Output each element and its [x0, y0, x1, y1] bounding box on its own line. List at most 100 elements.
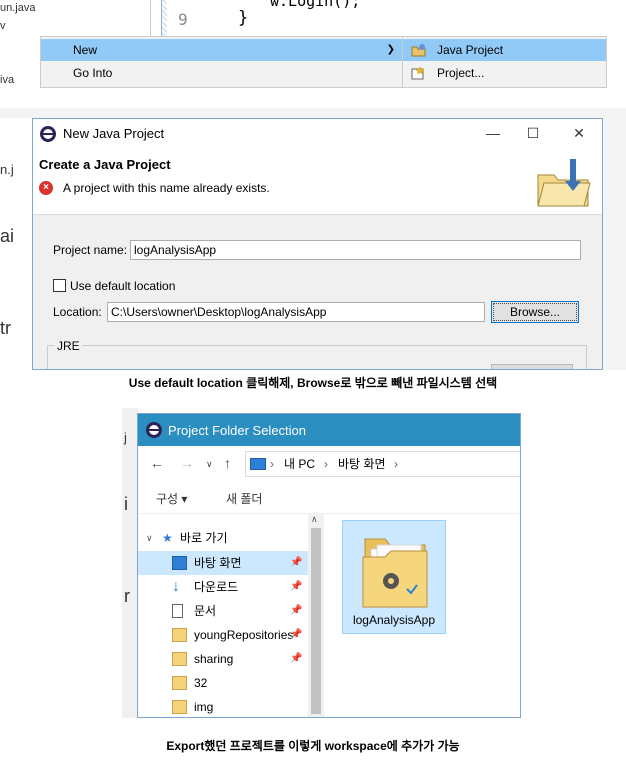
project-name-input[interactable]: logAnalysisApp	[130, 240, 581, 260]
pin-icon: 📌	[290, 605, 303, 616]
organize-button[interactable]: 구성 ▾	[156, 490, 187, 507]
eclipse-icon	[40, 126, 56, 142]
close-icon[interactable]: ✕	[569, 125, 589, 142]
address-bar[interactable]: › 내 PC › 바탕 화면 ›	[245, 451, 520, 477]
code-text[interactable]: }	[238, 8, 248, 28]
use-default-location-checkbox[interactable]	[53, 279, 66, 292]
new-submenu: Java Project Project...	[402, 36, 607, 88]
dialog-titlebar[interactable]: New Java Project — ☐ ✕	[33, 119, 602, 149]
submenu-arrow-icon: ❯	[386, 44, 395, 55]
expand-chevron-icon[interactable]: ∨	[146, 526, 153, 550]
nav-scrollbar[interactable]: ∧	[308, 514, 324, 717]
eclipse-icon	[146, 422, 162, 438]
up-arrow-icon[interactable]: ↑	[224, 455, 231, 471]
error-message: A project with this name already exists.	[63, 181, 270, 195]
menu-item-label: Project...	[437, 66, 485, 80]
nav-item-sharing[interactable]: sharing 📌	[138, 647, 308, 671]
code-text[interactable]: w.Login();	[270, 0, 360, 10]
folder-icon	[172, 700, 187, 714]
folder-icon	[172, 676, 187, 690]
location-input[interactable]: C:\Users\owner\Desktop\logAnalysisApp	[107, 302, 485, 322]
folder-item[interactable]: logAnalysisApp	[342, 520, 446, 634]
pc-icon	[250, 458, 266, 470]
line-number: 9	[178, 10, 188, 29]
breadcrumb-separator-icon: ›	[324, 457, 328, 471]
breadcrumb-separator-icon: ›	[394, 457, 398, 471]
navigation-pane: ∨ ★ 바로 가기 바탕 화면 📌 ↓ 다운로드 📌 문서 📌 youngRep…	[138, 514, 324, 717]
caption-step1: Use default location 클릭해제, Browse로 밖으로 빼…	[128, 376, 498, 390]
tree-item[interactable]: iva	[0, 74, 14, 86]
menu-item-java-project[interactable]: Java Project	[403, 39, 606, 61]
scroll-up-icon[interactable]: ∧	[311, 514, 318, 525]
menu-item-new[interactable]: New ❯	[41, 39, 403, 61]
background-window-fragment: n.j ai tr	[0, 118, 32, 370]
nav-item-32[interactable]: 32	[138, 671, 308, 695]
command-bar: 구성 ▾ 새 폴더	[138, 482, 520, 514]
editor-context-menu-section: un.java v iva 9 } w.Login(); New ❯ Go In…	[0, 0, 626, 90]
menu-item-label: New	[73, 43, 98, 57]
breadcrumb-item[interactable]: 내 PC	[284, 452, 315, 476]
maximize-icon[interactable]: ☐	[523, 125, 543, 142]
quick-access-label: 바로 가기	[180, 531, 228, 545]
nav-item-documents[interactable]: 문서 📌	[138, 599, 308, 623]
menu-item-go-into[interactable]: Go Into	[41, 62, 403, 84]
nav-item-youngrepositories[interactable]: youngRepositories 📌	[138, 623, 308, 647]
location-label: Location:	[53, 305, 102, 319]
tree-item[interactable]: v	[0, 20, 6, 32]
fragment-text: tr	[0, 318, 11, 338]
pin-icon: 📌	[290, 629, 303, 640]
menu-item-label: Java Project	[437, 43, 504, 57]
fragment-text: ai	[0, 226, 15, 246]
fragment-text: i	[124, 494, 128, 514]
jre-combo[interactable]	[491, 364, 573, 369]
package-explorer-fragment: un.java v iva	[0, 0, 40, 90]
folder-icon	[172, 628, 187, 642]
minimize-icon[interactable]: —	[483, 125, 503, 141]
browse-button[interactable]: Browse...	[491, 301, 579, 323]
nav-item-label: img	[194, 700, 214, 714]
forward-arrow-icon[interactable]: →	[180, 455, 194, 471]
pin-icon: 📌	[290, 581, 303, 592]
dialog-header: Create a Java Project × A project with t…	[33, 149, 602, 215]
nav-item-desktop[interactable]: 바탕 화면 📌	[138, 551, 308, 575]
nav-item-label: youngRepositories	[194, 628, 294, 642]
nav-item-label: 문서	[194, 604, 217, 618]
dialog-titlebar[interactable]: Project Folder Selection	[138, 414, 520, 446]
pin-icon: 📌	[290, 653, 303, 664]
project-name-label: Project name:	[53, 243, 128, 257]
new-folder-button[interactable]: 새 폴더	[226, 490, 262, 507]
nav-item-img[interactable]: img	[138, 695, 308, 717]
project-folder-selection-dialog: Project Folder Selection ← → ∨ ↑ › 내 PC …	[137, 413, 521, 718]
context-menu: New ❯ Go Into	[40, 36, 404, 88]
nav-item-downloads[interactable]: ↓ 다운로드 📌	[138, 575, 308, 599]
nav-item-label: 32	[194, 676, 208, 690]
shared-folder-icon	[172, 652, 187, 666]
fragment-text: n.j	[0, 162, 14, 177]
folder-item-label: logAnalysisApp	[352, 613, 436, 627]
dialog-heading: Create a Java Project	[39, 157, 171, 172]
java-project-icon	[411, 44, 426, 57]
navigation-bar: ← → ∨ ↑ › 내 PC › 바탕 화면 ›	[138, 446, 520, 482]
document-icon	[172, 604, 183, 618]
back-arrow-icon[interactable]: ←	[150, 455, 164, 471]
use-default-location-label[interactable]: Use default location	[70, 279, 175, 293]
fragment-text: j	[124, 430, 127, 445]
breadcrumb-item[interactable]: 바탕 화면	[338, 452, 386, 476]
nav-item-label: 다운로드	[194, 580, 239, 594]
new-project-wizard-icon	[537, 159, 591, 207]
jre-group-label: JRE	[55, 339, 82, 353]
background-window-fragment: j i r	[122, 408, 138, 718]
caption-step2: Export했던 프로젝트를 이렇게 workspace에 추가가 가능	[166, 739, 460, 753]
project-icon	[411, 66, 425, 80]
scrollbar-thumb[interactable]	[311, 528, 321, 714]
breadcrumb-separator-icon: ›	[270, 457, 274, 471]
dialog-title: Project Folder Selection	[168, 423, 307, 438]
tree-item[interactable]: un.java	[0, 2, 35, 14]
quick-access-header[interactable]: ∨ ★ 바로 가기	[138, 526, 308, 550]
folder-content-pane: logAnalysisApp	[324, 514, 520, 717]
editor-gutter	[150, 0, 195, 40]
menu-item-project[interactable]: Project...	[403, 62, 606, 84]
nav-item-label: sharing	[194, 652, 234, 666]
download-icon: ↓	[172, 578, 180, 595]
recent-chevron-icon[interactable]: ∨	[206, 459, 213, 470]
